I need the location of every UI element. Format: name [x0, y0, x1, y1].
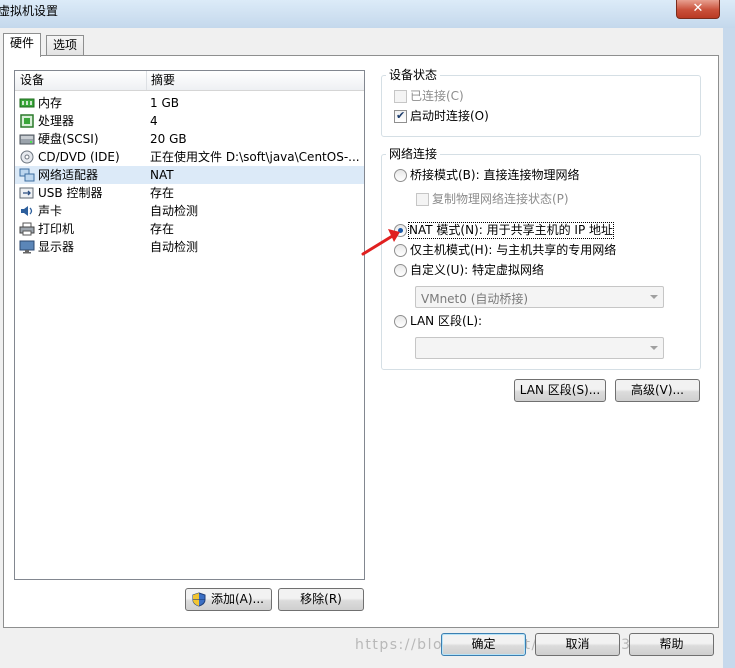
advanced-button[interactable]: 高级(V)...: [615, 379, 700, 402]
sound-card-icon: [21, 206, 33, 216]
remove-button[interactable]: 移除(R): [278, 588, 364, 611]
device-row-printer[interactable]: 打印机 存在: [15, 220, 364, 238]
device-row-display[interactable]: 显示器 自动检测: [15, 238, 364, 256]
custom-network-select[interactable]: VMnet0 (自动桥接): [415, 286, 664, 308]
title-bar: [0, 0, 735, 28]
device-name: 打印机: [38, 222, 75, 236]
usb-icon: [19, 187, 34, 199]
close-button[interactable]: ✕: [676, 0, 720, 19]
device-name: 处理器: [38, 114, 75, 128]
help-button[interactable]: 帮助: [629, 633, 714, 656]
device-summary: 存在: [150, 186, 175, 200]
annotation-arrow-icon: [361, 229, 400, 256]
connected-checkbox[interactable]: [394, 90, 407, 103]
replicate-state-checkbox[interactable]: [416, 193, 429, 206]
device-name: 显示器: [38, 240, 75, 254]
uac-shield-icon: [192, 592, 206, 607]
memory-icon: [19, 98, 35, 108]
nat-label: NAT 模式(N): 用于共享主机的 IP 地址: [407, 222, 615, 239]
device-row-network-adapter[interactable]: 网络适配器 NAT: [15, 166, 364, 184]
network-adapter-icon: [19, 168, 35, 182]
device-summary: 正在使用文件 D:\soft\java\CentOS-...: [150, 150, 360, 164]
connect-at-power-on-checkbox[interactable]: [394, 109, 407, 123]
device-row-memory[interactable]: 内存 1 GB: [15, 94, 364, 112]
add-button[interactable]: 添加(A)...: [185, 588, 272, 611]
chevron-down-icon: [650, 295, 658, 299]
close-icon: ✕: [692, 1, 704, 16]
custom-radio[interactable]: [394, 264, 407, 277]
printer-icon: [19, 222, 35, 236]
replicate-state-label: 复制物理网络连接状态(P): [432, 192, 569, 206]
cancel-button[interactable]: 取消: [535, 633, 620, 656]
add-button-label: 添加(A)...: [210, 592, 265, 606]
device-row-processor[interactable]: 处理器 4: [15, 112, 364, 130]
list-header: 设备 摘要: [15, 71, 364, 91]
tab-hardware-label: 硬件: [10, 36, 35, 50]
device-name: CD/DVD (IDE): [38, 150, 120, 164]
device-row-sound-card[interactable]: 声卡 自动检测: [15, 202, 364, 220]
device-summary: NAT: [150, 168, 174, 182]
tab-options[interactable]: 选项: [46, 35, 85, 55]
window-frame-right: [723, 28, 735, 668]
display-icon: [19, 240, 35, 254]
device-name: 内存: [38, 96, 63, 110]
device-row-usb[interactable]: USB 控制器 存在: [15, 184, 364, 202]
ok-button[interactable]: 确定: [441, 633, 526, 656]
processor-icon: [20, 114, 34, 128]
window-title: 虚拟机设置: [0, 4, 59, 18]
connect-at-power-on-label: 启动时连接(O): [410, 109, 489, 123]
connected-label: 已连接(C): [410, 89, 464, 103]
device-summary: 4: [150, 114, 158, 128]
bridged-radio[interactable]: [394, 169, 407, 182]
lan-segments-button[interactable]: LAN 区段(S)...: [514, 379, 606, 402]
device-summary: 1 GB: [150, 96, 179, 110]
custom-label: 自定义(U): 特定虚拟网络: [410, 263, 545, 277]
host-only-label: 仅主机模式(H): 与主机共享的专用网络: [410, 243, 617, 257]
device-summary: 存在: [150, 222, 175, 236]
device-status-title: 设备状态: [386, 68, 441, 82]
device-name: 网络适配器: [38, 168, 99, 182]
device-status-group: [381, 75, 701, 137]
bridged-label: 桥接模式(B): 直接连接物理网络: [410, 168, 580, 182]
column-device[interactable]: 设备: [15, 71, 146, 90]
tab-options-label: 选项: [53, 38, 78, 52]
device-name: 声卡: [38, 204, 63, 218]
lan-segment-label: LAN 区段(L):: [410, 314, 483, 328]
device-summary: 20 GB: [150, 132, 187, 146]
device-name: USB 控制器: [38, 186, 103, 200]
device-list[interactable]: 设备 摘要 内存 1 GB 处理器 4 硬盘(SCSI) 20 GB CD/DV…: [14, 70, 365, 580]
lan-segment-radio[interactable]: [394, 315, 407, 328]
device-summary: 自动检测: [150, 240, 199, 254]
column-summary[interactable]: 摘要: [146, 71, 364, 90]
tab-hardware[interactable]: 硬件: [3, 33, 42, 57]
device-row-cd-dvd[interactable]: CD/DVD (IDE) 正在使用文件 D:\soft\java\CentOS-…: [15, 148, 364, 166]
device-summary: 自动检测: [150, 204, 199, 218]
hard-disk-icon: [19, 134, 35, 145]
lan-segment-select[interactable]: [415, 337, 664, 359]
device-name: 硬盘(SCSI): [38, 132, 99, 146]
device-row-hard-disk[interactable]: 硬盘(SCSI) 20 GB: [15, 130, 364, 148]
network-connection-title: 网络连接: [386, 147, 441, 161]
chevron-down-icon: [650, 346, 658, 350]
custom-network-value: VMnet0 (自动桥接): [421, 292, 529, 306]
cd-dvd-icon: [20, 150, 34, 164]
